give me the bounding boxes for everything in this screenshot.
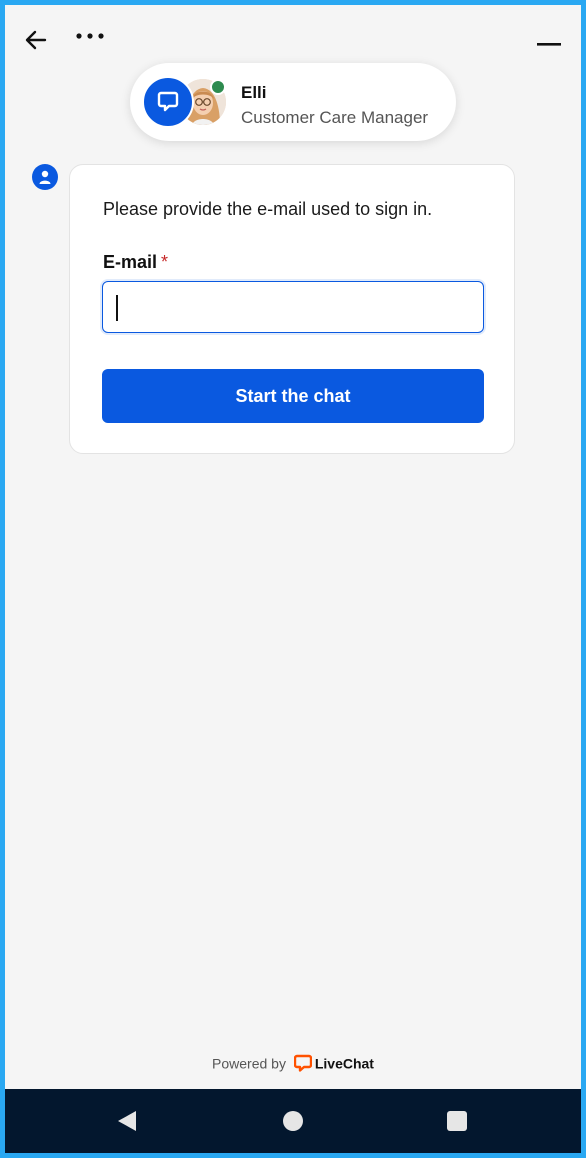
back-button[interactable] [21, 25, 51, 55]
chat-screen: Elli Customer Care Manager Please provid… [5, 5, 581, 1153]
livechat-avatar [142, 76, 194, 128]
email-input[interactable] [102, 281, 484, 333]
user-icon [39, 170, 51, 184]
text-cursor [116, 295, 118, 321]
nav-home-icon[interactable] [283, 1111, 303, 1131]
agent-name: Elli [241, 83, 267, 102]
email-label: E-mail * [103, 252, 168, 273]
livechat-logo-icon [293, 1055, 312, 1072]
nav-recent-apps-icon[interactable] [447, 1111, 467, 1131]
online-status-dot [210, 79, 226, 95]
arrow-left-icon [25, 30, 47, 50]
form-prompt: Please provide the e-mail used to sign i… [103, 199, 433, 219]
start-chat-button[interactable]: Start the chat [102, 369, 484, 423]
nav-back-icon[interactable] [116, 1109, 138, 1133]
minimize-button[interactable] [535, 29, 563, 59]
powered-by-text: Powered by [212, 1055, 286, 1072]
agent-card: Elli Customer Care Manager [130, 63, 456, 141]
chat-bubble-icon [157, 91, 179, 112]
android-navigation-bar [5, 1089, 581, 1153]
prechat-form-card: Please provide the e-mail used to sign i… [69, 164, 515, 454]
powered-by-footer[interactable]: Powered by LiveChat [5, 1054, 581, 1072]
more-options-button[interactable] [73, 25, 107, 55]
more-horizontal-icon [76, 33, 104, 39]
livechat-brand: LiveChat [314, 1055, 374, 1072]
email-label-text: E-mail [103, 252, 158, 272]
agent-role: Customer Care Manager [241, 108, 429, 127]
required-indicator: * [161, 252, 169, 272]
system-avatar [32, 164, 58, 190]
minimize-icon [537, 43, 561, 46]
